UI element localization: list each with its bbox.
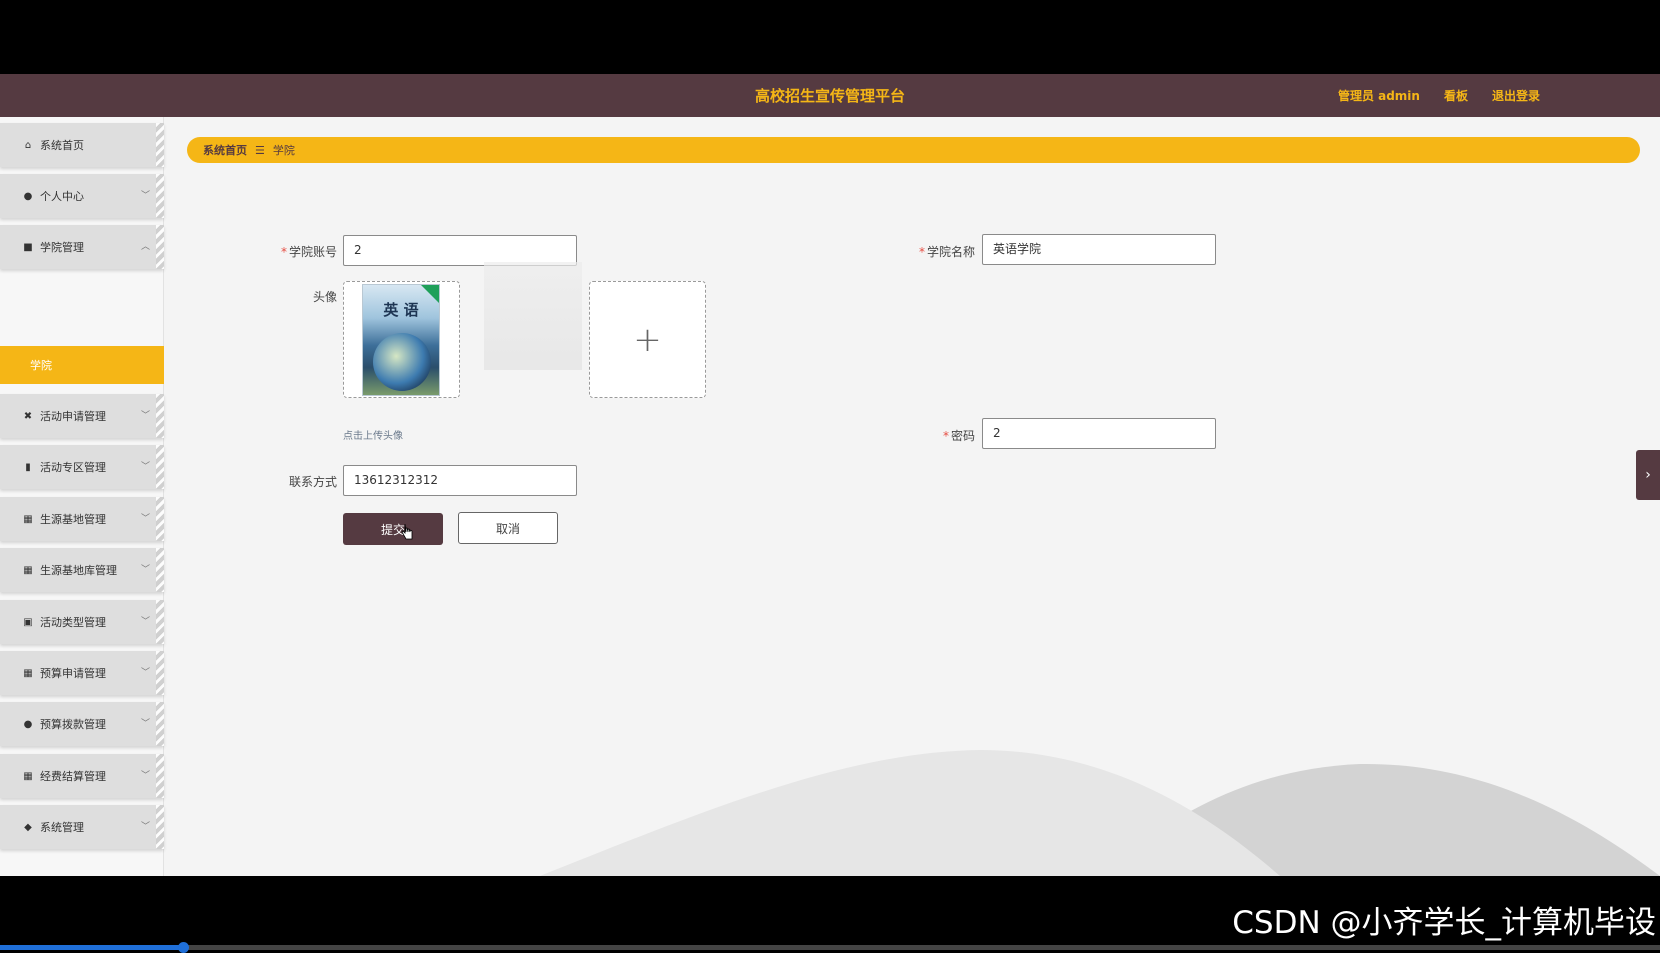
grid-icon: ▦ <box>23 770 33 782</box>
breadcrumb: 系统首页 ☰ 学院 <box>187 137 1640 163</box>
sidebar-item-activity-application[interactable]: ✖ 活动申请管理 ﹀ <box>0 394 164 438</box>
sidebar-item-home[interactable]: ⌂ 系统首页 <box>0 123 164 167</box>
chevron-up-icon: ︿ <box>140 242 150 252</box>
home-icon: ⌂ <box>24 139 32 151</box>
sidebar-item-label: 活动类型管理 <box>40 616 106 629</box>
user-icon: ● <box>23 190 33 202</box>
grid-icon: ▦ <box>23 667 33 679</box>
video-progress-fill <box>0 945 183 950</box>
chart-icon: ▮ <box>25 461 31 473</box>
chevron-right-icon[interactable]: › <box>1636 450 1660 500</box>
college-name-input[interactable]: 英语学院 <box>982 234 1216 265</box>
password-label-text: 密码 <box>950 429 975 443</box>
sidebar: ⌂ 系统首页 ● 个人中心 ﹀ ■ 学院管理 ︿ 学院 ✖ 活动申请管理 ﹀ ▮… <box>0 117 164 876</box>
sidebar-item-budget-application[interactable]: ▦ 预算申请管理 ﹀ <box>0 651 164 695</box>
sidebar-item-label: 预算拨款管理 <box>40 718 106 731</box>
upload-hint: 点击上传头像 <box>343 431 403 442</box>
ticket-icon: ✖ <box>23 410 33 422</box>
logout-link[interactable]: 退出登录 <box>1492 87 1540 104</box>
screen: 高校招生宣传管理平台 管理员 admin 看板 退出登录 ⌂ 系统首页 ● 个人… <box>0 0 1660 953</box>
board-link[interactable]: 看板 <box>1444 87 1468 104</box>
sidebar-item-label: 系统首页 <box>40 139 84 152</box>
account-label: * 学院账号 <box>257 243 337 260</box>
sidebar-item-label: 学院管理 <box>40 241 84 254</box>
watermark-text: CSDN @小齐学长_计算机毕设 <box>1232 905 1656 941</box>
sidebar-item-label: 活动专区管理 <box>40 461 106 474</box>
required-mark: * <box>918 245 925 259</box>
chevron-down-icon: ﹀ <box>140 668 150 678</box>
breadcrumb-current: 学院 <box>272 144 295 157</box>
sidebar-subitem-college[interactable]: 学院 <box>0 346 164 384</box>
breadcrumb-home[interactable]: 系统首页 <box>203 142 247 158</box>
video-progress-knob[interactable] <box>177 942 189 953</box>
sidebar-item-label: 生源基地库管理 <box>40 564 117 577</box>
password-label: * 密码 <box>895 427 975 444</box>
sidebar-item-student-base-library[interactable]: ▦ 生源基地库管理 ﹀ <box>0 548 164 592</box>
college-name-label-text: 学院名称 <box>926 245 975 259</box>
top-bar: 高校招生宣传管理平台 管理员 admin 看板 退出登录 <box>0 74 1660 117</box>
grid-icon: ▦ <box>23 564 33 576</box>
sidebar-item-system-management[interactable]: ◆ 系统管理 ﹀ <box>0 805 164 849</box>
drag-ghost-image <box>484 262 582 370</box>
chevron-down-icon: ﹀ <box>140 822 150 832</box>
phone-label: 联系方式 <box>288 475 337 489</box>
phone-input[interactable]: 13612312312 <box>343 465 577 496</box>
hand-cursor-icon <box>401 523 413 540</box>
breadcrumb-separator-icon: ☰ <box>255 143 265 157</box>
sidebar-item-label: 生源基地管理 <box>40 513 106 526</box>
required-mark: * <box>280 245 287 259</box>
chevron-down-icon: ﹀ <box>140 191 150 201</box>
sidebar-item-activity-type[interactable]: ▣ 活动类型管理 ﹀ <box>0 600 164 644</box>
pin-icon: ◆ <box>24 821 32 833</box>
decorative-hills <box>540 750 1660 876</box>
chevron-down-icon: ﹀ <box>140 411 150 421</box>
sidebar-item-label: 预算申请管理 <box>40 667 106 680</box>
password-input[interactable]: 2 <box>982 418 1216 449</box>
chevron-down-icon: ﹀ <box>140 514 150 524</box>
chevron-down-icon: ﹀ <box>140 771 150 781</box>
chevron-down-icon: ﹀ <box>140 565 150 575</box>
sidebar-item-college-management[interactable]: ■ 学院管理 ︿ <box>0 225 164 269</box>
textbook-cover-image: 英 语 <box>362 284 440 396</box>
submit-button[interactable]: 提交 <box>343 513 443 545</box>
avatar-upload-button[interactable]: + <box>589 281 706 398</box>
corner-ribbon <box>421 285 439 303</box>
sidebar-item-label: 经费结算管理 <box>40 770 106 783</box>
grid-icon: ▦ <box>23 513 33 525</box>
video-progress-bar[interactable] <box>0 942 1660 953</box>
sidebar-item-label: 活动申请管理 <box>40 410 106 423</box>
sidebar-item-activity-zone[interactable]: ▮ 活动专区管理 ﹀ <box>0 445 164 489</box>
globe-image <box>373 333 431 391</box>
sidebar-subitem-label: 学院 <box>30 359 52 372</box>
sidebar-item-expense-settlement[interactable]: ▦ 经费结算管理 ﹀ <box>0 754 164 798</box>
cancel-button[interactable]: 取消 <box>458 512 558 544</box>
avatar-label: 头像 <box>312 290 337 304</box>
account-label-text: 学院账号 <box>288 245 337 259</box>
briefcase-icon: ■ <box>23 241 33 253</box>
person-icon: ● <box>23 718 33 730</box>
sidebar-item-budget-allocation[interactable]: ● 预算拨款管理 ﹀ <box>0 702 164 746</box>
sidebar-item-label: 系统管理 <box>40 821 84 834</box>
college-name-label: * 学院名称 <box>895 243 975 260</box>
header-actions: 管理员 admin 看板 退出登录 <box>1338 87 1540 104</box>
sidebar-item-student-base[interactable]: ▦ 生源基地管理 ﹀ <box>0 497 164 541</box>
app-window: 高校招生宣传管理平台 管理员 admin 看板 退出登录 ⌂ 系统首页 ● 个人… <box>0 74 1660 876</box>
chevron-down-icon: ﹀ <box>140 617 150 627</box>
admin-user-label[interactable]: 管理员 admin <box>1338 87 1420 104</box>
avatar-preview[interactable]: 英 语 <box>343 281 460 398</box>
plus-icon: + <box>633 320 662 360</box>
clipboard-icon: ▣ <box>23 616 33 628</box>
sidebar-item-personal-center[interactable]: ● 个人中心 ﹀ <box>0 174 164 218</box>
required-mark: * <box>942 429 949 443</box>
chevron-down-icon: ﹀ <box>140 462 150 472</box>
chevron-down-icon: ﹀ <box>140 719 150 729</box>
sidebar-item-label: 个人中心 <box>40 190 84 203</box>
